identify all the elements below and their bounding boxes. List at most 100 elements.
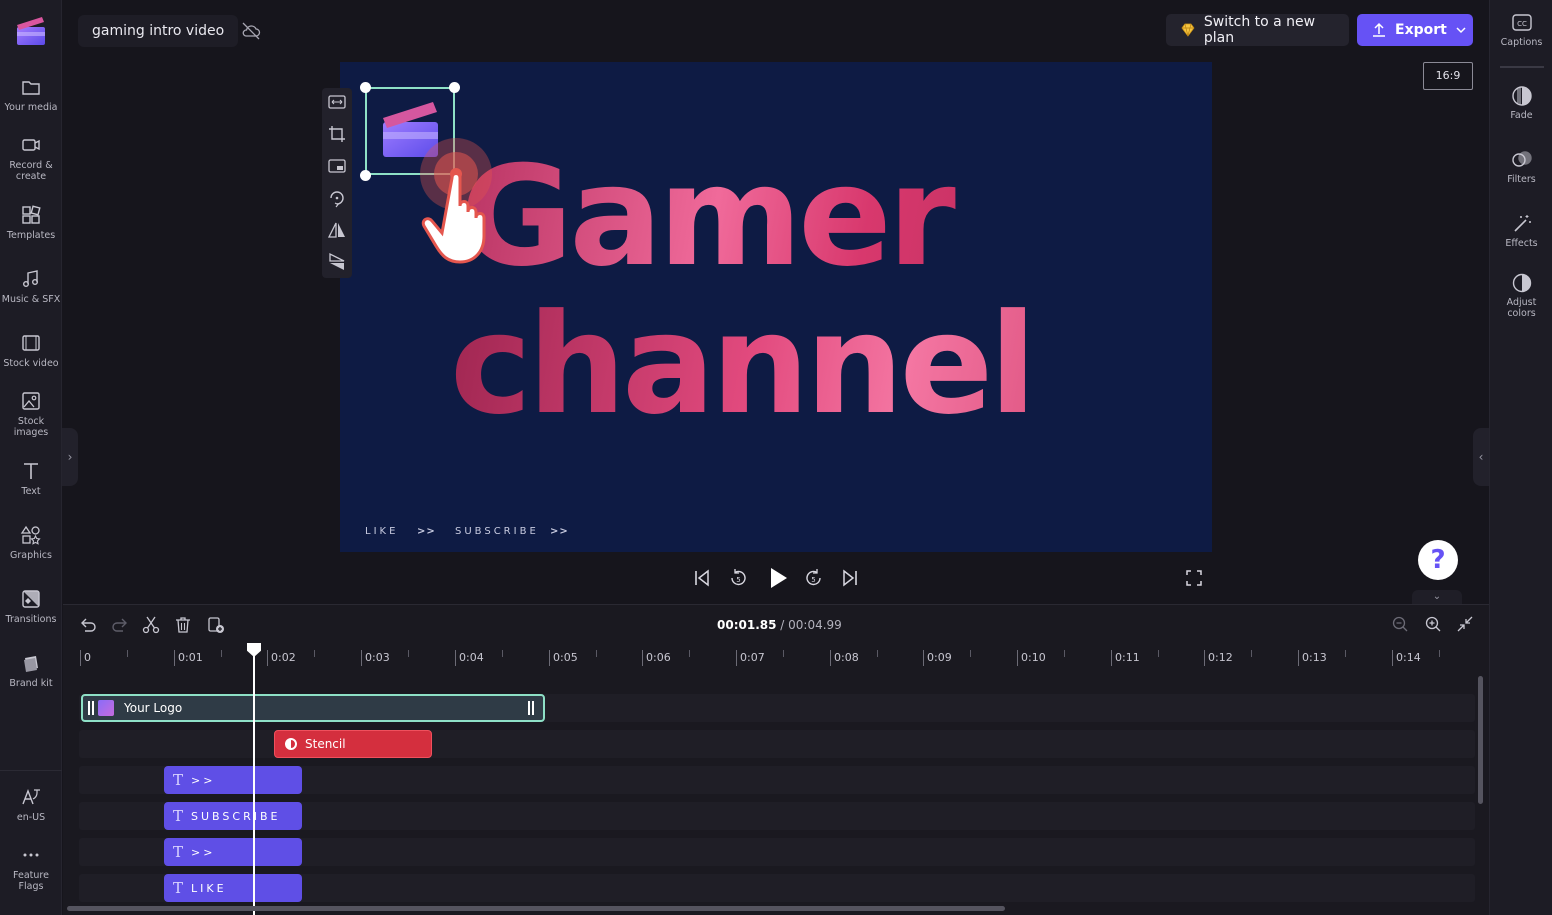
cloud-off-icon[interactable] <box>240 20 262 42</box>
preview-arrow-1: >> <box>417 526 436 537</box>
ruler-minor-tick <box>1345 650 1346 657</box>
rewind-5-icon[interactable]: 5 <box>727 567 749 589</box>
app-logo-icon[interactable] <box>14 14 48 48</box>
flip-vertical-icon[interactable] <box>327 252 347 272</box>
left-sidebar: Your media Record & create Templates Mus… <box>0 0 62 915</box>
switch-plan-label: Switch to a new plan <box>1203 14 1316 46</box>
rail-your-media[interactable]: Your media <box>0 76 62 113</box>
canvas-tool-column <box>322 88 352 278</box>
magic-wand-icon <box>1513 215 1531 232</box>
rail-label: Stock <box>17 416 45 427</box>
rail-brand-kit[interactable]: Brand kit <box>0 652 62 689</box>
skip-to-start-icon[interactable] <box>691 567 713 589</box>
scissors-icon[interactable] <box>141 615 161 635</box>
rr-effects[interactable]: Effects <box>1490 213 1552 249</box>
ruler-minor-tick <box>221 650 222 657</box>
text-type-icon: T <box>173 807 184 825</box>
rail-label: Text <box>21 486 41 497</box>
preview-title-line2: channel <box>450 290 1210 440</box>
preview-title-line1: Gamer <box>460 142 1200 292</box>
shapes-icon <box>20 525 41 545</box>
ruler-minor-tick <box>1064 650 1065 657</box>
right-rail-separator <box>1500 66 1544 68</box>
folder-icon <box>22 81 40 95</box>
rr-filters[interactable]: Filters <box>1490 149 1552 185</box>
image-icon <box>22 392 40 410</box>
rr-adjust-colors[interactable]: Adjust colors <box>1490 272 1552 319</box>
ruler-tick <box>736 650 737 666</box>
crop-icon[interactable] <box>327 124 347 144</box>
timeline-vertical-scrollbar[interactable] <box>1478 676 1483 804</box>
play-icon[interactable] <box>765 565 791 591</box>
trim-handle-left[interactable] <box>88 701 90 715</box>
rotate-icon[interactable] <box>327 188 347 208</box>
ruler-label: 0:08 <box>834 651 859 664</box>
fit-icon[interactable] <box>327 92 347 112</box>
stencil-icon <box>285 738 297 750</box>
project-title[interactable]: gaming intro video <box>78 15 239 47</box>
rail-stock-video[interactable]: Stock video <box>0 332 62 369</box>
switch-plan-button[interactable]: Switch to a new plan <box>1166 14 1349 46</box>
ruler-tick <box>830 650 831 666</box>
aspect-ratio-button[interactable]: 16:9 <box>1423 62 1473 90</box>
flip-horizontal-icon[interactable] <box>327 220 347 240</box>
left-panel-expand-button[interactable]: › <box>62 428 78 486</box>
fit-timeline-icon[interactable] <box>1455 614 1475 634</box>
ruler-label: 0 <box>84 651 91 664</box>
rail-label-2: create <box>15 171 47 182</box>
rail-divider <box>0 770 62 771</box>
resize-handle-tr[interactable] <box>449 82 460 93</box>
rr-label: Fade <box>1510 110 1533 121</box>
stencil-clip[interactable]: Stencil <box>274 730 432 758</box>
timeline-horizontal-scrollbar[interactable] <box>67 906 1005 911</box>
redo-icon[interactable] <box>110 615 130 635</box>
more-icon <box>23 853 39 857</box>
rail-text[interactable]: Text <box>0 460 62 497</box>
chevron-down-icon: ⌄ <box>1432 591 1442 602</box>
ruler-tick <box>1017 650 1018 666</box>
rail-feature-flags[interactable]: Feature Flags <box>0 844 62 892</box>
film-icon <box>22 335 40 351</box>
rr-fade[interactable]: Fade <box>1490 85 1552 121</box>
resize-handle-tl[interactable] <box>360 82 371 93</box>
rail-templates[interactable]: Templates <box>0 204 62 241</box>
picture-in-picture-icon[interactable] <box>327 156 347 176</box>
ruler-tick <box>361 650 362 666</box>
zoom-out-icon[interactable] <box>1390 614 1410 634</box>
text-clip-arrows-1[interactable]: T >> <box>164 766 302 794</box>
duplicate-icon[interactable] <box>206 615 226 635</box>
export-button[interactable]: Export <box>1357 14 1473 46</box>
rail-transitions[interactable]: Transitions <box>0 588 62 625</box>
text-clip-arrows-2[interactable]: T >> <box>164 838 302 866</box>
resize-handle-bl[interactable] <box>360 170 371 181</box>
rr-captions[interactable]: CC Captions <box>1490 12 1552 48</box>
collapse-preview-button[interactable]: ⌄ <box>1412 590 1462 604</box>
logo-clip[interactable]: Your Logo <box>81 694 545 722</box>
fullscreen-icon[interactable] <box>1183 567 1205 589</box>
trim-handle-right[interactable] <box>532 701 534 715</box>
trash-icon[interactable] <box>173 615 193 635</box>
right-panel-expand-button[interactable]: ‹ <box>1473 428 1489 486</box>
help-button[interactable]: ? <box>1418 540 1458 580</box>
rail-record-create[interactable]: Record & create <box>0 134 62 182</box>
ruler-label: 0:06 <box>646 651 671 664</box>
rail-label: Graphics <box>10 550 52 561</box>
stencil-clip-label: Stencil <box>305 737 346 751</box>
text-clip-subscribe[interactable]: T SUBSCRIBE <box>164 802 302 830</box>
rail-graphics[interactable]: Graphics <box>0 524 62 561</box>
chevron-down-icon <box>1456 27 1466 34</box>
ruler-tick <box>549 650 550 666</box>
skip-to-end-icon[interactable] <box>839 567 861 589</box>
rail-music-sfx[interactable]: Music & SFX <box>0 268 62 305</box>
undo-icon[interactable] <box>78 615 98 635</box>
ruler-minor-tick <box>970 650 971 657</box>
templates-icon <box>22 205 41 224</box>
forward-5-icon[interactable]: 5 <box>803 567 825 589</box>
rail-language[interactable]: en-US <box>0 786 62 823</box>
rail-stock-images[interactable]: Stock images <box>0 390 62 438</box>
text-type-icon: T <box>173 843 184 861</box>
hand-cursor-icon <box>420 138 492 264</box>
text-clip-like[interactable]: T LIKE <box>164 874 302 902</box>
zoom-in-icon[interactable] <box>1423 614 1443 634</box>
logo-thumbnail <box>98 700 114 716</box>
